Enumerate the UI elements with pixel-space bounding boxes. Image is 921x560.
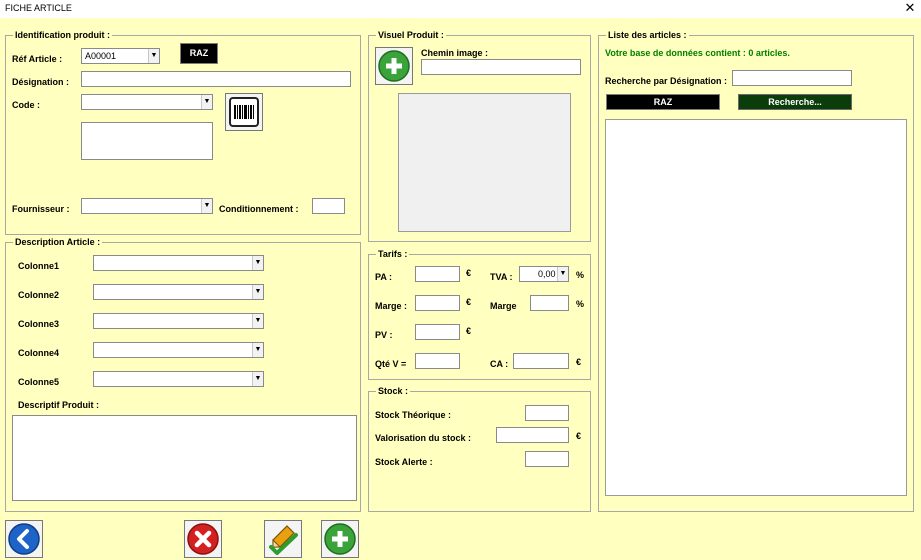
descriptif-textarea[interactable] xyxy=(12,415,357,501)
marge-percent-label: Marge xyxy=(490,301,517,311)
tva-percent: % xyxy=(576,270,585,280)
ca-label: CA : xyxy=(490,359,509,369)
colonne1-label: Colonne1 xyxy=(18,261,60,271)
stock-theorique-field[interactable] xyxy=(525,405,569,421)
article-count-status: Votre base de données contient : 0 artic… xyxy=(605,48,790,58)
colonne1-combo[interactable]: ▼ xyxy=(93,255,264,271)
recherche-button[interactable]: Recherche... xyxy=(738,94,852,110)
back-button[interactable] xyxy=(5,520,43,558)
colonne3-combo[interactable]: ▼ xyxy=(93,313,264,329)
window-title: FICHE ARTICLE xyxy=(5,3,72,13)
identification-legend: Identification produit : xyxy=(13,30,112,40)
description-legend: Description Article : xyxy=(13,237,103,247)
conditionnement-label: Conditionnement : xyxy=(219,204,299,214)
edit-button[interactable] xyxy=(264,520,302,558)
visuel-legend: Visuel Produit : xyxy=(376,30,446,40)
delete-button[interactable] xyxy=(184,520,222,558)
recherche-label: Recherche par Désignation : xyxy=(605,76,728,86)
stock-legend: Stock : xyxy=(376,386,411,396)
chevron-down-icon[interactable]: ▼ xyxy=(557,267,568,281)
articles-listbox[interactable] xyxy=(605,119,907,496)
code-combo[interactable]: ▼ xyxy=(81,94,213,110)
arrow-left-icon xyxy=(8,523,40,555)
tva-value: 0,00 xyxy=(538,269,556,279)
tarifs-legend: Tarifs : xyxy=(376,249,410,259)
qte-label: Qté V = xyxy=(375,359,407,369)
colonne2-combo[interactable]: ▼ xyxy=(93,284,264,300)
colonne4-label: Colonne4 xyxy=(18,348,60,358)
chemin-image-field[interactable] xyxy=(421,59,581,75)
ca-field[interactable] xyxy=(513,353,569,369)
pa-euro: € xyxy=(466,268,472,278)
pv-field[interactable] xyxy=(415,324,460,340)
recherche-field[interactable] xyxy=(732,70,852,86)
ref-article-label: Réf Article : xyxy=(12,54,63,64)
descriptif-label: Descriptif Produit : xyxy=(18,400,100,410)
marge-percent-field[interactable] xyxy=(530,295,569,311)
marge-field[interactable] xyxy=(415,295,460,311)
barcode-icon xyxy=(229,97,259,127)
liste-legend: Liste des articles : xyxy=(606,30,689,40)
designation-label: Désignation : xyxy=(12,77,70,87)
pa-label: PA : xyxy=(375,272,392,282)
pencil-check-icon xyxy=(269,525,298,555)
chevron-down-icon[interactable]: ▼ xyxy=(252,285,263,299)
close-icon[interactable]: ✕ xyxy=(902,0,918,16)
stock-alerte-field[interactable] xyxy=(525,451,569,467)
marge-euro: € xyxy=(466,297,472,307)
chemin-image-label: Chemin image : xyxy=(421,48,489,58)
code-label: Code : xyxy=(12,100,40,110)
chevron-down-icon[interactable]: ▼ xyxy=(252,256,263,270)
add-image-button[interactable] xyxy=(375,47,413,85)
valorisation-euro: € xyxy=(576,431,582,441)
colonne4-combo[interactable]: ▼ xyxy=(93,342,264,358)
qte-field[interactable] xyxy=(415,353,460,369)
colonne2-label: Colonne2 xyxy=(18,290,60,300)
chevron-down-icon[interactable]: ▼ xyxy=(252,343,263,357)
colonne5-label: Colonne5 xyxy=(18,377,60,387)
plus-icon xyxy=(324,523,356,555)
title-bar xyxy=(0,0,921,18)
tva-combo[interactable]: 0,00 ▼ xyxy=(519,266,569,282)
barcode-button[interactable] xyxy=(225,93,263,131)
valorisation-field[interactable] xyxy=(496,427,569,443)
stock-theorique-label: Stock Théorique : xyxy=(375,410,452,420)
chevron-down-icon[interactable]: ▼ xyxy=(252,314,263,328)
delete-icon xyxy=(187,523,219,555)
chevron-down-icon[interactable]: ▼ xyxy=(201,95,212,109)
pv-label: PV : xyxy=(375,330,393,340)
colonne3-label: Colonne3 xyxy=(18,319,60,329)
designation-field[interactable] xyxy=(81,71,351,87)
tva-label: TVA : xyxy=(490,272,513,282)
fournisseur-label: Fournisseur : xyxy=(12,204,70,214)
stock-alerte-label: Stock Alerte : xyxy=(375,457,433,467)
pv-euro: € xyxy=(466,326,472,336)
marge-percent: % xyxy=(576,299,585,309)
ref-article-combo[interactable]: A00001 ▼ xyxy=(81,48,160,64)
colonne5-combo[interactable]: ▼ xyxy=(93,371,264,387)
valorisation-label: Valorisation du stock : xyxy=(375,433,472,443)
ref-article-value: A00001 xyxy=(85,51,117,61)
chevron-down-icon[interactable]: ▼ xyxy=(201,199,212,213)
code-detail-field[interactable] xyxy=(81,122,213,160)
fournisseur-combo[interactable]: ▼ xyxy=(81,198,213,214)
conditionnement-field[interactable] xyxy=(312,198,345,214)
raz-liste-button[interactable]: RAZ xyxy=(606,94,720,110)
marge-label: Marge : xyxy=(375,301,408,311)
raz-id-button[interactable]: RAZ xyxy=(180,43,218,64)
chevron-down-icon[interactable]: ▼ xyxy=(252,372,263,386)
ca-euro: € xyxy=(576,357,582,367)
chevron-down-icon[interactable]: ▼ xyxy=(148,49,159,63)
plus-icon xyxy=(378,50,410,82)
add-article-button[interactable] xyxy=(321,520,359,558)
product-image-box xyxy=(398,93,571,232)
pa-field[interactable] xyxy=(415,266,460,282)
